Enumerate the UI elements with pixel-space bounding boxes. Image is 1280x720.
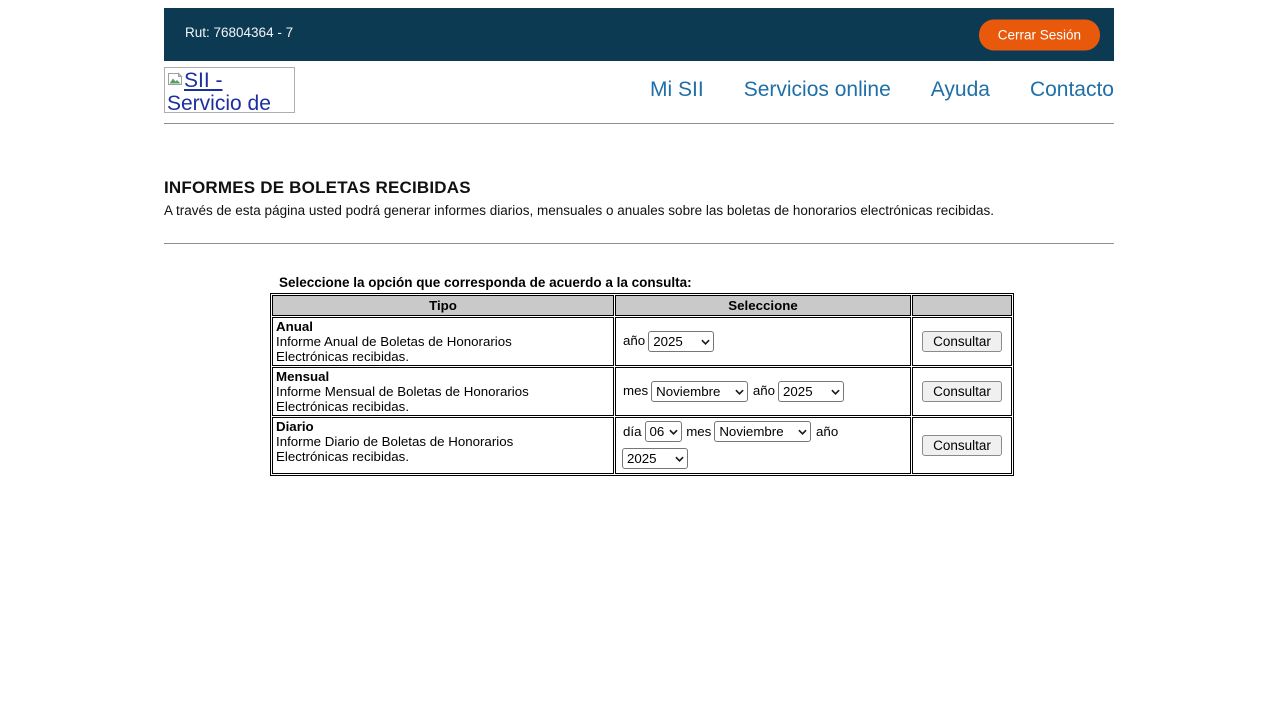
mensual-action-cell: Consultar bbox=[912, 367, 1012, 416]
section-divider bbox=[164, 243, 1114, 244]
anual-year-select[interactable]: 2025 bbox=[648, 331, 714, 352]
mensual-tipo-cell: Mensual Informe Mensual de Boletas de Ho… bbox=[272, 367, 614, 416]
diario-fields-cell: día06 mesNoviembre año 2025 bbox=[615, 417, 911, 474]
consultar-button-anual[interactable]: Consultar bbox=[922, 331, 1002, 352]
logout-button[interactable]: Cerrar Sesión bbox=[979, 19, 1100, 50]
nav-servicios-online[interactable]: Servicios online bbox=[744, 78, 891, 102]
mensual-year-select[interactable]: 2025 bbox=[778, 381, 844, 402]
field-label-mes: mes bbox=[686, 424, 711, 439]
sii-logo-link[interactable]: SII - Servicio de bbox=[164, 67, 295, 113]
table-row-anual: Anual Informe Anual de Boletas de Honora… bbox=[272, 317, 1012, 366]
report-options-section: Seleccione la opción que corresponda de … bbox=[270, 275, 1010, 476]
anual-fields-cell: año2025 bbox=[615, 317, 911, 366]
row-description: Informe Diario de Boletas de Honorarios … bbox=[276, 434, 576, 464]
field-label-ano: año bbox=[623, 333, 645, 348]
anual-action-cell: Consultar bbox=[912, 317, 1012, 366]
header-divider bbox=[164, 123, 1114, 124]
anual-tipo-cell: Anual Informe Anual de Boletas de Honora… bbox=[272, 317, 614, 366]
field-label-ano: año bbox=[816, 424, 838, 439]
table-header-row: Tipo Seleccione bbox=[272, 295, 1012, 316]
consultar-button-mensual[interactable]: Consultar bbox=[922, 381, 1002, 402]
page-content: Rut: 76804364 - 7 Cerrar Sesión SII - Se… bbox=[164, 8, 1114, 476]
diario-action-cell: Consultar bbox=[912, 417, 1012, 474]
field-label-mes: mes bbox=[623, 383, 648, 398]
row-description: Informe Anual de Boletas de Honorarios E… bbox=[276, 334, 576, 364]
diario-day-select[interactable]: 06 bbox=[645, 421, 682, 442]
main-nav: Mi SII Servicios online Ayuda Contacto bbox=[650, 78, 1114, 102]
table-row-diario: Diario Informe Diario de Boletas de Hono… bbox=[272, 417, 1012, 474]
column-header-tipo: Tipo bbox=[272, 295, 614, 316]
site-header: SII - Servicio de Mi SII Servicios onlin… bbox=[164, 67, 1114, 113]
diario-year-select[interactable]: 2025 bbox=[622, 448, 688, 469]
nav-mi-sii[interactable]: Mi SII bbox=[650, 78, 704, 102]
column-header-seleccione: Seleccione bbox=[615, 295, 911, 316]
nav-contacto[interactable]: Contacto bbox=[1030, 78, 1114, 102]
column-header-actions bbox=[912, 295, 1012, 316]
table-row-mensual: Mensual Informe Mensual de Boletas de Ho… bbox=[272, 367, 1012, 416]
session-topbar: Rut: 76804364 - 7 Cerrar Sesión bbox=[164, 8, 1114, 61]
report-options-table: Tipo Seleccione Anual Informe Anual de B… bbox=[270, 293, 1014, 476]
mensual-fields-cell: mesNoviembre año2025 bbox=[615, 367, 911, 416]
page-title: INFORMES DE BOLETAS RECIBIDAS bbox=[164, 178, 1114, 198]
diario-tipo-cell: Diario Informe Diario de Boletas de Hono… bbox=[272, 417, 614, 474]
mensual-month-select[interactable]: Noviembre bbox=[651, 381, 748, 402]
broken-image-icon bbox=[167, 71, 183, 87]
row-type-label: Diario bbox=[276, 419, 610, 434]
row-type-label: Anual bbox=[276, 319, 610, 334]
rut-label: Rut: 76804364 - 7 bbox=[185, 25, 293, 40]
row-type-label: Mensual bbox=[276, 369, 610, 384]
diario-month-select[interactable]: Noviembre bbox=[714, 421, 811, 442]
field-label-dia: día bbox=[623, 424, 642, 439]
consultar-button-diario[interactable]: Consultar bbox=[922, 435, 1002, 456]
row-description: Informe Mensual de Boletas de Honorarios… bbox=[276, 384, 576, 414]
form-caption: Seleccione la opción que corresponda de … bbox=[279, 275, 1010, 290]
page-description: A través de esta página usted podrá gene… bbox=[164, 203, 1114, 218]
nav-ayuda[interactable]: Ayuda bbox=[931, 78, 990, 102]
broken-logo-image: SII - Servicio de bbox=[164, 67, 295, 113]
field-label-ano: año bbox=[753, 383, 775, 398]
